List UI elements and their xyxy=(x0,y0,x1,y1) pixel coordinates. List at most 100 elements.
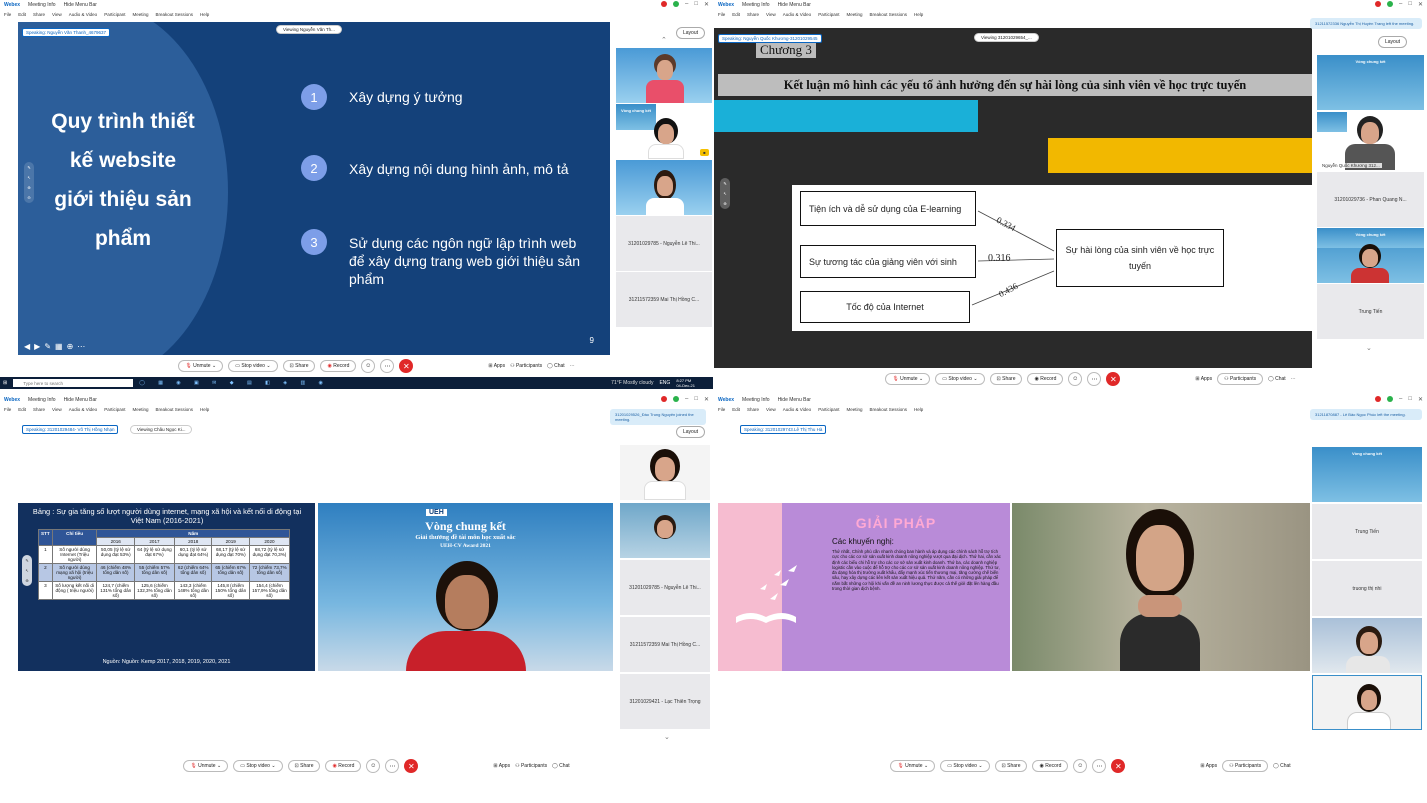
end-call-button[interactable]: ✕ xyxy=(1106,372,1121,386)
more-options-icon[interactable]: ⋯ xyxy=(1087,372,1102,386)
menu-file[interactable]: File xyxy=(718,407,725,416)
menu-meeting[interactable]: Meeting xyxy=(132,12,148,21)
zoom-icon[interactable]: ⊕ xyxy=(25,578,28,583)
meeting-info-button[interactable]: Meeting Info xyxy=(742,2,770,8)
menu-share[interactable]: Share xyxy=(747,407,759,416)
zoom-icon[interactable]: ⊕ xyxy=(723,201,726,206)
pointer-icon[interactable]: ↖ xyxy=(25,568,28,573)
participants-button[interactable]: ⚇ Participants xyxy=(510,363,542,369)
reactions-icon[interactable]: ☺ xyxy=(366,759,381,773)
zoom-out-icon[interactable]: ⊖ xyxy=(27,195,30,200)
unmute-button[interactable]: 🎙 Unmute ⌄ xyxy=(890,760,936,772)
apps-button[interactable]: ⊞ Apps xyxy=(493,763,510,769)
share-button[interactable]: ⊡ Share xyxy=(994,760,1028,772)
menu-help[interactable]: Help xyxy=(914,12,923,21)
hide-menu-bar-button[interactable]: Hide Menu Bar xyxy=(64,397,97,403)
share-button[interactable]: ⊡ Share xyxy=(989,373,1023,385)
prev-slide-icon[interactable]: ◀ xyxy=(24,342,30,351)
maximize-icon[interactable]: □ xyxy=(1408,1,1412,8)
active-speaker-video[interactable]: UEH Vòng chung kết Giải thưởng đề tài mô… xyxy=(318,503,613,671)
hide-menu-bar-button[interactable]: Hide Menu Bar xyxy=(778,2,811,8)
grid-icon[interactable]: ▦ xyxy=(55,342,63,351)
viewing-dropdown[interactable]: Viewing Châu Ngọc Ki... xyxy=(130,425,193,434)
menu-view[interactable]: View xyxy=(766,12,776,21)
stop-video-button[interactable]: ▭ Stop video ⌄ xyxy=(940,760,990,772)
unmute-button[interactable]: 🎙 Unmute ⌄ xyxy=(183,760,229,772)
participant-tile-5[interactable]: 31201029421 - Lạc Thiên Trọng xyxy=(620,674,710,729)
video-tile-2[interactable] xyxy=(620,503,710,558)
pen-icon[interactable]: ✎ xyxy=(723,181,726,186)
reactions-icon[interactable]: ☺ xyxy=(1068,372,1083,386)
end-call-button[interactable]: ✕ xyxy=(404,759,419,773)
menu-view[interactable]: View xyxy=(52,12,62,21)
unmute-button[interactable]: 🎙 Unmute ⌄ xyxy=(885,373,931,385)
pen-tool-icon[interactable]: ✎ xyxy=(44,342,51,351)
annotation-toolbar[interactable]: ✎ ↖ ⊕ xyxy=(720,178,730,209)
apps-button[interactable]: ⊞ Apps xyxy=(1195,376,1212,382)
chat-button[interactable]: ◯ Chat xyxy=(1268,376,1286,382)
annotation-toolbar[interactable]: ✎ ↖ ⊕ ⊖ xyxy=(24,162,34,203)
participant-tile-3[interactable]: truong thị nhi xyxy=(1312,561,1422,616)
close-icon[interactable]: ✕ xyxy=(704,396,709,403)
menu-edit[interactable]: Edit xyxy=(732,407,740,416)
meeting-info-button[interactable]: Meeting Info xyxy=(28,397,56,403)
reactions-icon[interactable]: ☺ xyxy=(1073,759,1088,773)
stop-video-button[interactable]: ▭ Stop video ⌄ xyxy=(233,760,283,772)
end-call-button[interactable]: ✕ xyxy=(1111,759,1126,773)
share-button[interactable]: ⊡ Share xyxy=(287,760,321,772)
close-icon[interactable]: ✕ xyxy=(1418,1,1423,8)
participants-button[interactable]: ⚇ Participants xyxy=(515,763,547,769)
menu-share[interactable]: Share xyxy=(33,407,45,416)
menu-participant[interactable]: Participant xyxy=(818,12,839,21)
menu-edit[interactable]: Edit xyxy=(732,12,740,21)
minimize-icon[interactable]: – xyxy=(685,396,688,403)
taskbar-search[interactable]: Type here to search xyxy=(13,379,134,387)
meeting-info-button[interactable]: Meeting Info xyxy=(28,2,56,8)
maximize-icon[interactable]: □ xyxy=(694,1,698,8)
menu-view[interactable]: View xyxy=(52,407,62,416)
participant-tile-2[interactable]: Trung Tiến xyxy=(1312,504,1422,559)
share-button[interactable]: ⊡ Share xyxy=(282,360,316,372)
menu-breakout[interactable]: Breakout Sessions xyxy=(869,12,907,21)
maximize-icon[interactable]: □ xyxy=(694,396,698,403)
stop-video-button[interactable]: ▭ Stop video ⌄ xyxy=(935,373,985,385)
participants-button[interactable]: ⚇ Participants xyxy=(1217,373,1264,385)
video-tile-1[interactable]: Vòng chung kết xyxy=(1317,55,1424,110)
layout-button[interactable]: Layout xyxy=(676,426,706,438)
chat-button[interactable]: ◯ Chat xyxy=(552,763,570,769)
pen-icon[interactable]: ✎ xyxy=(27,165,30,170)
pointer-icon[interactable]: ↖ xyxy=(27,175,30,180)
menu-help[interactable]: Help xyxy=(200,12,209,21)
more-options-icon[interactable]: ⋯ xyxy=(1092,759,1107,773)
menu-edit[interactable]: Edit xyxy=(18,407,26,416)
layout-button[interactable]: Layout xyxy=(1378,36,1408,48)
next-slide-icon[interactable]: ▶ xyxy=(34,342,40,351)
menu-view[interactable]: View xyxy=(766,407,776,416)
participant-tile-3[interactable]: 31201029736 - Phan Quang N... xyxy=(1317,172,1424,227)
participant-tile-5[interactable]: Trung Tiến xyxy=(1317,284,1424,339)
participant-tile-4[interactable]: 31211572359 Mai Thị Hồng C... xyxy=(620,617,710,672)
video-tile-2[interactable]: Nguyễn Quốc Khương 312... xyxy=(1317,112,1424,170)
more-options-icon[interactable]: ⋯ xyxy=(380,359,395,373)
record-button[interactable]: ◉ Record xyxy=(1032,760,1069,772)
chat-button[interactable]: ◯ Chat xyxy=(547,363,565,369)
minimize-icon[interactable]: – xyxy=(685,1,688,8)
apps-button[interactable]: ⊞ Apps xyxy=(488,363,505,369)
participant-tile-5[interactable]: 31211572359 Mai Thị Hồng C... xyxy=(616,272,712,327)
menu-meeting[interactable]: Meeting xyxy=(132,407,148,416)
more-menu-icon[interactable]: ⋯ xyxy=(570,363,575,369)
minimize-icon[interactable]: – xyxy=(1399,1,1402,8)
menu-participant[interactable]: Participant xyxy=(818,407,839,416)
active-speaker-video[interactable] xyxy=(1012,503,1310,671)
stop-video-button[interactable]: ▭ Stop video ⌄ xyxy=(228,360,278,372)
close-icon[interactable]: ✕ xyxy=(704,1,709,8)
reactions-icon[interactable]: ☺ xyxy=(361,359,376,373)
menu-participant[interactable]: Participant xyxy=(104,407,125,416)
video-tile-4[interactable] xyxy=(1312,618,1422,673)
video-tile-5[interactable] xyxy=(1312,675,1422,730)
menu-help[interactable]: Help xyxy=(200,407,209,416)
meeting-info-button[interactable]: Meeting Info xyxy=(742,397,770,403)
menu-meeting[interactable]: Meeting xyxy=(846,12,862,21)
viewing-dropdown[interactable]: Viewing 31201029654_... xyxy=(974,33,1039,42)
end-call-button[interactable]: ✕ xyxy=(399,359,414,373)
